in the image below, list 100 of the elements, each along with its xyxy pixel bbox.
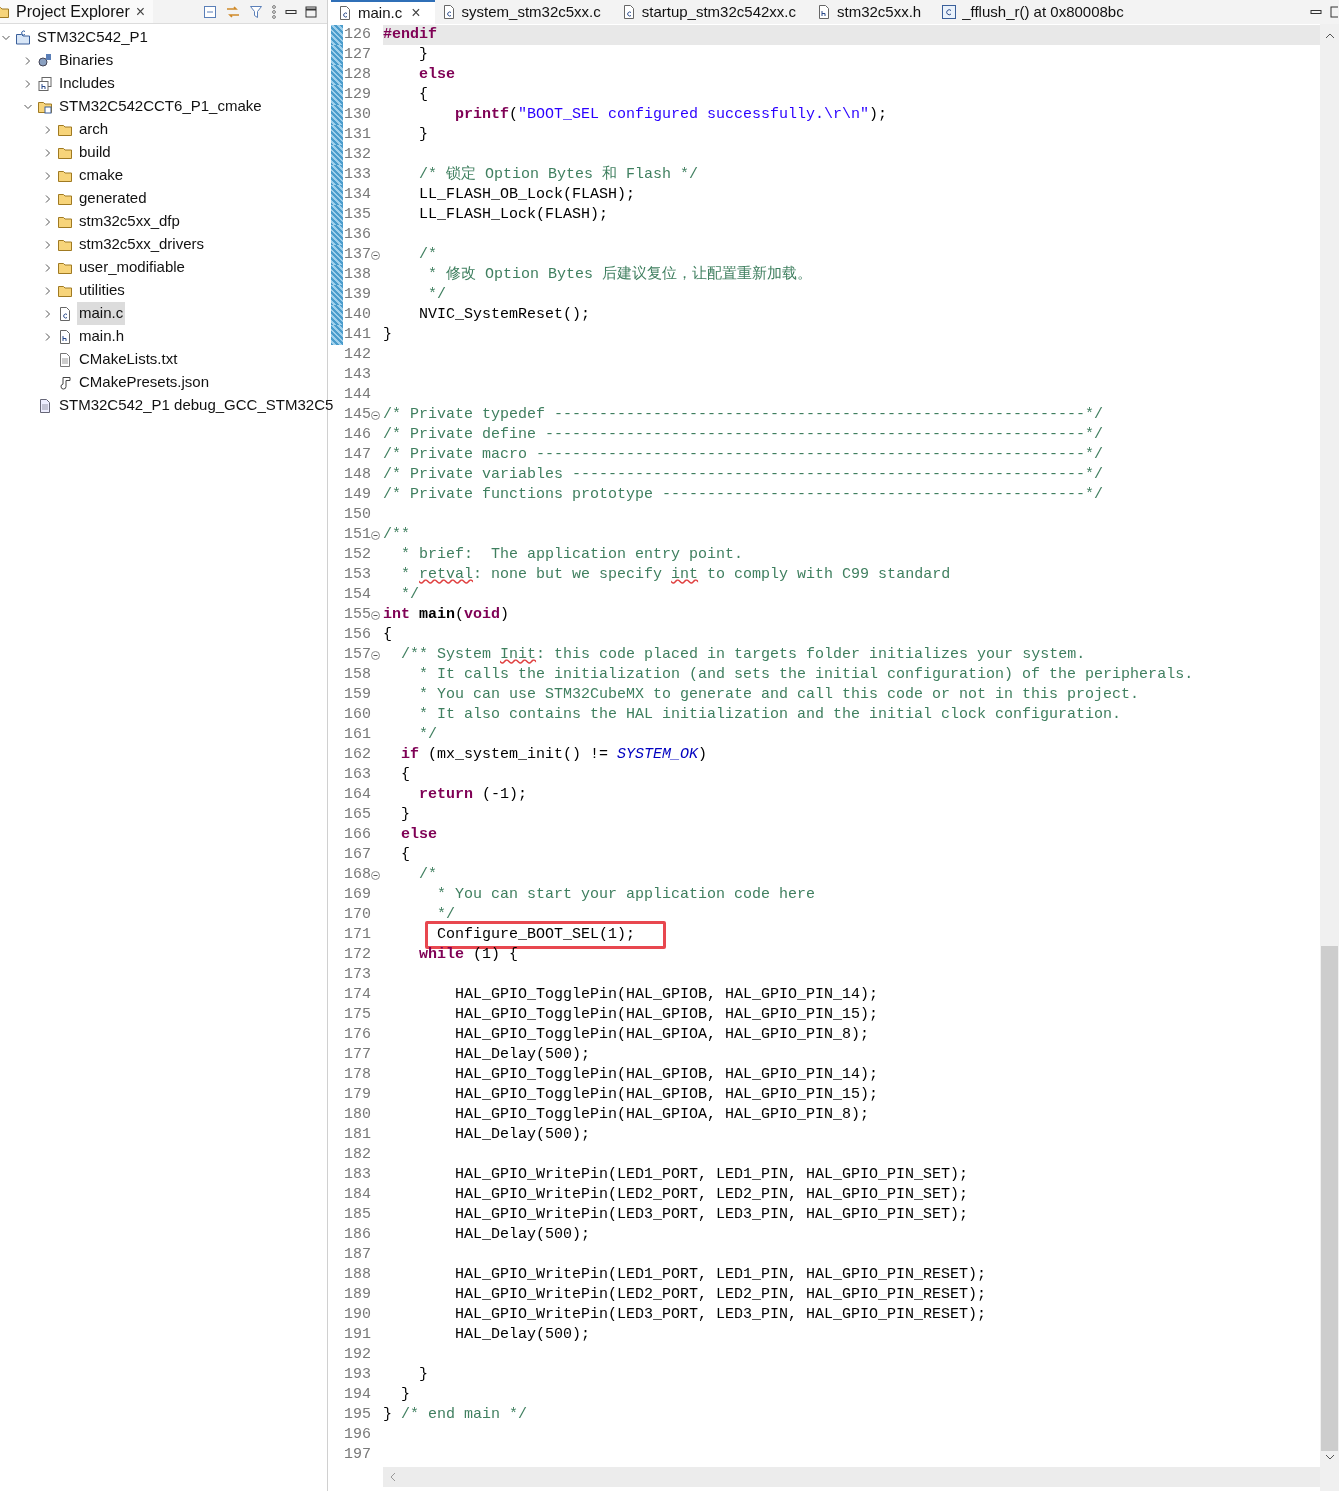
- code-line: Configure_BOOT_SEL(1);: [436, 924, 636, 945]
- collapse-icon[interactable]: [371, 610, 380, 620]
- line-number: 164: [343, 784, 371, 805]
- chevron-right-icon[interactable]: [43, 331, 53, 342]
- line-number: 139: [343, 284, 371, 305]
- tree-item[interactable]: STM32C542_P1: [35, 26, 150, 49]
- chevron-right-icon[interactable]: [23, 55, 33, 66]
- line-number: 141: [343, 324, 371, 345]
- line-number: 176: [343, 1024, 371, 1045]
- chevron-right-icon[interactable]: [43, 308, 53, 319]
- tree-item[interactable]: stm32c5xx_dfp: [77, 210, 182, 233]
- filter-icon[interactable]: [249, 4, 263, 19]
- chevron-up-icon[interactable]: [1324, 32, 1335, 40]
- chevron-right-icon[interactable]: [43, 147, 53, 158]
- code-line: }: [418, 124, 428, 145]
- line-number: 197: [343, 1444, 371, 1465]
- view-tab[interactable]: Project Explorer ×: [0, 0, 154, 23]
- tree-item[interactable]: CMakePresets.json: [77, 371, 212, 394]
- tree-item[interactable]: cmake: [77, 164, 126, 187]
- collapse-icon[interactable]: [371, 410, 380, 420]
- chevron-right-icon[interactable]: [43, 170, 53, 181]
- collapse-icon[interactable]: [371, 650, 380, 660]
- line-number: 171: [343, 924, 371, 945]
- code-line: HAL_GPIO_WritePin(LED3_PORT, LED3_PIN, HAL_GPIO_PIN_SET);: [454, 1204, 969, 1225]
- tree-item[interactable]: utilities: [77, 279, 127, 302]
- editor-tab[interactable]: stm32c5xx.h: [810, 0, 936, 24]
- tree-item[interactable]: Binaries: [57, 49, 116, 72]
- code-line: * You can start your application code here: [436, 884, 816, 905]
- collapse-icon[interactable]: [371, 870, 380, 880]
- code-line: HAL_GPIO_TogglePin(HAL_GPIOA, HAL_GPIO_PIN_8);: [454, 1024, 870, 1045]
- chevron-down-icon[interactable]: [1324, 1453, 1335, 1461]
- line-number: 172: [343, 944, 371, 965]
- code-line: HAL_Delay(500);: [454, 1124, 591, 1145]
- line-number: 128: [343, 64, 371, 85]
- tree-item[interactable]: user_modifiable: [77, 256, 187, 279]
- tree-item[interactable]: main.h: [77, 325, 127, 348]
- line-number: 188: [343, 1264, 371, 1285]
- chevron-right-icon[interactable]: [43, 239, 53, 250]
- editor-tab[interactable]: startup_stm32c542xx.c: [614, 0, 810, 24]
- code-line: {: [383, 624, 392, 645]
- horizontal-scrollbar[interactable]: [383, 1467, 1320, 1487]
- close-icon[interactable]: ×: [135, 0, 146, 24]
- collapse-icon[interactable]: [371, 250, 380, 260]
- c-file-icon: [941, 4, 958, 20]
- code-line: * brief: The application entry point.: [400, 544, 744, 565]
- close-icon[interactable]: ×: [411, 1, 421, 25]
- chevron-right-icon[interactable]: [43, 124, 53, 135]
- code-line: HAL_GPIO_TogglePin(HAL_GPIOA, HAL_GPIO_PIN_8);: [454, 1104, 870, 1125]
- collapse-icon[interactable]: [371, 530, 380, 540]
- editor-tab[interactable]: main.c ×: [331, 0, 435, 24]
- text-file-icon: [57, 351, 73, 368]
- tree-item[interactable]: generated: [77, 187, 149, 210]
- project-folder-icon: [15, 29, 31, 46]
- code-line: {: [418, 84, 428, 105]
- code-line: HAL_GPIO_WritePin(LED1_PORT, LED1_PIN, HAL_GPIO_PIN_RESET);: [454, 1264, 987, 1285]
- chevron-right-icon[interactable]: [43, 262, 53, 273]
- code-line: else: [418, 64, 455, 85]
- chevron-right-icon[interactable]: [43, 216, 53, 227]
- tree-item[interactable]: CMakeLists.txt: [77, 348, 180, 371]
- code-line: {: [400, 764, 410, 785]
- line-number: 160: [343, 704, 371, 725]
- code-line: HAL_GPIO_WritePin(LED1_PORT, LED1_PIN, HAL_GPIO_PIN_SET);: [454, 1164, 969, 1185]
- collapse-all-icon[interactable]: [203, 4, 217, 19]
- code-line: HAL_GPIO_TogglePin(HAL_GPIOB, HAL_GPIO_PIN_14);: [454, 1064, 879, 1085]
- tree-item[interactable]: build: [77, 141, 113, 164]
- maximize-icon[interactable]: [305, 5, 317, 18]
- chevron-right-icon[interactable]: [43, 193, 53, 204]
- line-number: 129: [343, 84, 371, 105]
- tree-item[interactable]: arch: [77, 118, 111, 141]
- code-line: HAL_GPIO_WritePin(LED2_PORT, LED2_PIN, HAL_GPIO_PIN_RESET);: [454, 1284, 987, 1305]
- line-number: 187: [343, 1244, 371, 1265]
- line-number: 166: [343, 824, 371, 845]
- scrollbar-thumb[interactable]: [1321, 946, 1338, 1451]
- code-line: } /* end main */: [383, 1404, 528, 1425]
- tree-item[interactable]: STM32C542CCT6_P1_cmake: [57, 95, 264, 118]
- code-line: * You can use STM32CubeMX to generate and call this code or not in this project.: [418, 684, 1140, 705]
- line-number: 182: [343, 1144, 371, 1165]
- line-number: 154: [343, 584, 371, 605]
- chevron-right-icon[interactable]: [23, 78, 33, 89]
- tree-item[interactable]: main.c: [77, 302, 126, 325]
- chevron-left-icon[interactable]: [389, 1472, 397, 1482]
- tree-item[interactable]: Includes: [57, 72, 117, 95]
- line-number: 170: [343, 904, 371, 925]
- kebab-menu-icon[interactable]: [271, 4, 277, 19]
- line-number: 136: [343, 224, 371, 245]
- line-number: 138: [343, 264, 371, 285]
- vertical-scrollbar[interactable]: [1320, 24, 1339, 1491]
- line-number: 184: [343, 1184, 371, 1205]
- link-icon[interactable]: [225, 4, 241, 19]
- tree-item[interactable]: stm32c5xx_drivers: [77, 233, 207, 256]
- line-number: 152: [343, 544, 371, 565]
- editor-tab[interactable]: _fflush_r() at 0x80008bc: [935, 0, 1138, 24]
- note-file-icon: [57, 374, 73, 391]
- code-line: HAL_Delay(500);: [454, 1324, 591, 1345]
- line-number: 168: [343, 864, 371, 885]
- tree-item[interactable]: STM32C542_P1 debug_GCC_STM32C5: [57, 394, 336, 417]
- chevron-right-icon[interactable]: [43, 285, 53, 296]
- code-line: */: [427, 284, 446, 305]
- line-number: 163: [343, 764, 371, 785]
- editor-tab[interactable]: system_stm32c5xx.c: [434, 0, 615, 24]
